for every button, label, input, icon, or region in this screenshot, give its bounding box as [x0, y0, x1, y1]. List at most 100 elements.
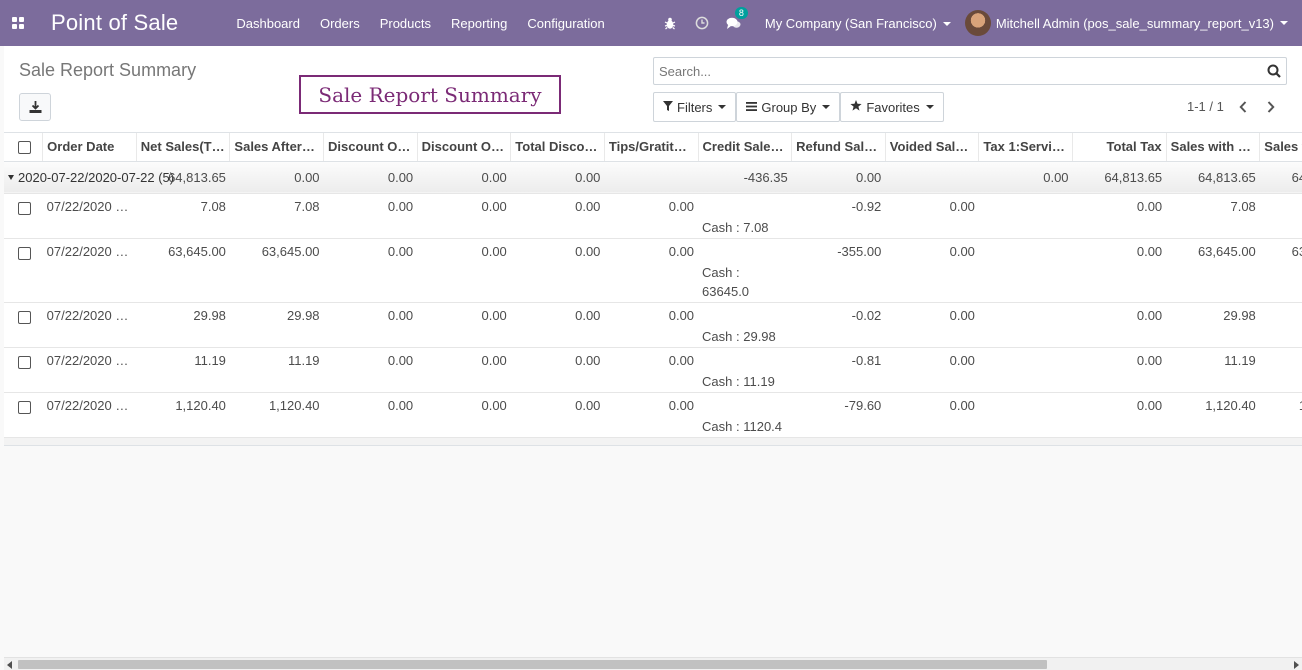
- value-cell: 63,645.00: [136, 238, 230, 303]
- value-cell: 0.00: [1072, 238, 1167, 303]
- control-panel: Sale Report Summary Sale Report Summary …: [4, 46, 1302, 133]
- scrollbar-thumb[interactable]: [18, 660, 1047, 669]
- table-row[interactable]: 07/22/2020 … 63,645.00 63,645.00 0.00 0.00 0.…: [4, 238, 1302, 303]
- value-cell: -79.60: [791, 392, 886, 438]
- debug-bug-icon[interactable]: [654, 0, 686, 46]
- column-header[interactable]: Discount O…: [323, 133, 418, 162]
- value-cell: 63,645.00: [1259, 238, 1302, 303]
- scroll-left-arrow-icon[interactable]: [7, 661, 12, 669]
- apps-grid-icon: [12, 17, 24, 29]
- report-banner: Sale Report Summary: [299, 75, 561, 114]
- table-row[interactable]: 07/22/2020 … 29.98 29.98 0.00 0.00 0.00 0.00 Ca…: [4, 302, 1302, 348]
- value-cell: 0.00: [1072, 347, 1167, 393]
- activity-clock-icon[interactable]: [686, 0, 718, 46]
- menu-dashboard[interactable]: Dashboard: [226, 16, 310, 31]
- row-checkbox[interactable]: [18, 201, 31, 215]
- column-header[interactable]: Total Tax: [1072, 133, 1167, 162]
- value-cell: 11.19: [1166, 347, 1260, 393]
- select-all-checkbox[interactable]: [18, 141, 31, 155]
- value-cell: -355.00: [791, 238, 886, 303]
- pager-previous-button[interactable]: [1234, 97, 1252, 117]
- row-checkbox[interactable]: [18, 355, 31, 369]
- row-checkbox[interactable]: [18, 310, 31, 324]
- group-row[interactable]: 2020-07-22/2020-07-22 (5) 64,813.65 0.00…: [4, 161, 1302, 194]
- value-cell: 7.08: [1259, 193, 1302, 239]
- value-cell: 0.00: [417, 238, 511, 303]
- app-brand[interactable]: Point of Sale: [51, 10, 178, 36]
- menu-configuration[interactable]: Configuration: [517, 16, 614, 31]
- column-header[interactable]: Discount O…: [417, 133, 512, 162]
- value-cell: 29.98: [1259, 302, 1302, 348]
- value-cell: 0.00: [604, 392, 699, 438]
- horizontal-scrollbar[interactable]: [4, 657, 1302, 670]
- credit-sales-cell: Cash : 7.08: [698, 193, 792, 239]
- credit-sales-cell: Cash : 29.98: [698, 302, 792, 348]
- pager-value[interactable]: 1-1 / 1: [1187, 99, 1224, 114]
- favorites-button[interactable]: Favorites: [840, 92, 944, 122]
- value-cell: 0.00: [323, 193, 418, 239]
- column-header[interactable]: Voided Sal…: [885, 133, 980, 162]
- value-cell: 0.00: [604, 193, 699, 239]
- groupby-button[interactable]: Group By: [736, 92, 841, 122]
- table-row[interactable]: 07/22/2020 … 1,120.40 1,120.40 0.00 0.00 0.00…: [4, 392, 1302, 438]
- search-bar: [653, 57, 1287, 85]
- menu-products[interactable]: Products: [370, 16, 441, 31]
- credit-sales-cell: Cash : 63645.0: [698, 238, 792, 303]
- search-input[interactable]: [654, 63, 1262, 79]
- order-date-cell: 07/22/2020 …: [42, 347, 137, 393]
- value-cell: 63,645.00: [229, 238, 324, 303]
- caret-down-icon: [8, 174, 14, 180]
- group-total-cell: -436.35: [698, 161, 792, 194]
- value-cell: 0.00: [1072, 193, 1167, 239]
- value-cell: [978, 302, 1073, 348]
- user-menu[interactable]: Mitchell Admin (pos_sale_summary_report_…: [964, 10, 1302, 36]
- column-header[interactable]: Net Sales(T…: [136, 133, 231, 162]
- filters-button[interactable]: Filters: [653, 92, 737, 122]
- value-cell: 0.00: [323, 238, 418, 303]
- caret-down-icon: [1280, 21, 1288, 25]
- download-button[interactable]: [19, 93, 51, 121]
- table-row[interactable]: 07/22/2020 … 7.08 7.08 0.00 0.00 0.00 0.00 Cash…: [4, 193, 1302, 239]
- group-total-cell: 64,813.65: [1072, 161, 1167, 194]
- table-footer-row: [4, 437, 1302, 446]
- favorites-label: Favorites: [866, 99, 920, 115]
- order-date-cell: 07/22/2020 …: [42, 238, 137, 303]
- caret-down-icon: [718, 105, 727, 109]
- column-header[interactable]: Order Date: [42, 133, 137, 162]
- value-cell: 0.00: [510, 238, 605, 303]
- scroll-right-arrow-icon[interactable]: [1294, 661, 1299, 669]
- company-switcher[interactable]: My Company (San Francisco): [750, 16, 965, 31]
- column-header[interactable]: Tax 1:Servi…: [978, 133, 1074, 162]
- group-label-cell: 2020-07-22/2020-07-22 (5): [4, 161, 174, 194]
- value-cell: 29.98: [136, 302, 230, 348]
- group-total-cell: 64,813.65: [1166, 161, 1260, 194]
- value-cell: -0.02: [791, 302, 886, 348]
- group-total-cell: 0.00: [791, 161, 886, 194]
- column-header[interactable]: Sales After…: [229, 133, 325, 162]
- column-header[interactable]: Tips/Gratit…: [604, 133, 699, 162]
- report-list-view: Order Date Net Sales(T… Sales After… Dis…: [4, 133, 1302, 657]
- menu-reporting[interactable]: Reporting: [441, 16, 517, 31]
- apps-menu-button[interactable]: [0, 0, 36, 46]
- search-icon[interactable]: [1262, 58, 1286, 84]
- table-row[interactable]: 07/22/2020 … 11.19 11.19 0.00 0.00 0.00 0.00 Ca…: [4, 347, 1302, 393]
- search-options: Filters Group By Favorites: [653, 92, 944, 122]
- column-header[interactable]: Sales with …: [1259, 133, 1302, 162]
- group-total-cell: 0.00: [417, 161, 511, 194]
- value-cell: 0.00: [885, 238, 979, 303]
- column-header[interactable]: Total Disco…: [510, 133, 605, 162]
- row-checkbox[interactable]: [18, 246, 31, 260]
- column-header[interactable]: Sales with …: [1166, 133, 1261, 162]
- column-header[interactable]: Credit Sale…: [698, 133, 793, 162]
- menu-orders[interactable]: Orders: [310, 16, 370, 31]
- messages-chat-icon[interactable]: 8: [718, 0, 750, 46]
- value-cell: 11.19: [1259, 347, 1302, 393]
- column-header[interactable]: Refund Sal…: [791, 133, 886, 162]
- group-label: 2020-07-22/2020-07-22 (5): [18, 169, 175, 185]
- value-cell: [978, 238, 1073, 303]
- row-select-cell: [4, 193, 43, 239]
- credit-sales-cell: Cash : 1120.4: [698, 392, 792, 438]
- pager-next-button[interactable]: [1262, 97, 1280, 117]
- row-checkbox[interactable]: [18, 400, 31, 414]
- value-cell: -0.81: [791, 347, 886, 393]
